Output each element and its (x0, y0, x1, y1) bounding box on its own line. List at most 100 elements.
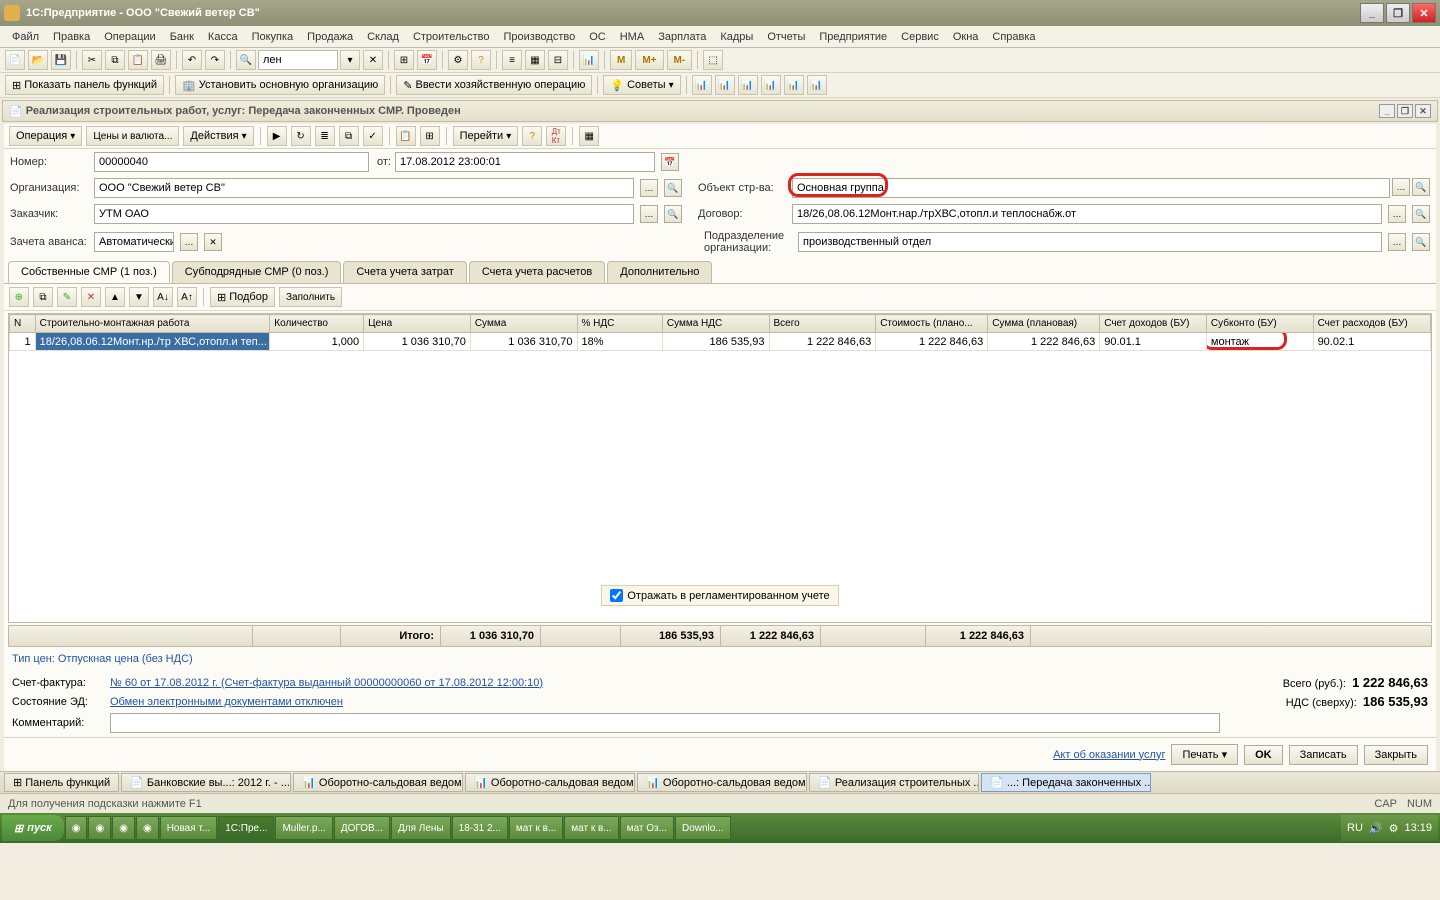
redo-icon[interactable]: ↷ (205, 50, 225, 70)
taskbar-item[interactable]: ◉ (112, 816, 135, 840)
col-work[interactable]: Строительно-монтажная работа (35, 315, 270, 333)
save-button[interactable]: Записать (1289, 745, 1358, 765)
actions-button[interactable]: Действия ▾ (183, 126, 253, 146)
menu-hr[interactable]: Кадры (714, 29, 759, 45)
rep5-icon[interactable]: 📊 (784, 75, 804, 95)
sort-desc-icon[interactable]: A↑ (177, 287, 197, 307)
col-vatsum[interactable]: Сумма НДС (662, 315, 769, 333)
contract-open-icon[interactable]: 🔍 (1412, 205, 1430, 223)
obj-field[interactable]: Основная группа (792, 178, 1390, 198)
help2-icon[interactable]: ? (522, 126, 542, 146)
misc2-icon[interactable]: ▦ (579, 126, 599, 146)
cust-select-icon[interactable]: … (640, 205, 658, 223)
number-field[interactable]: 00000040 (94, 152, 369, 172)
taskbar-item[interactable]: ◉ (136, 816, 159, 840)
wintab-doc2[interactable]: 📄...: Передача законченных ... (981, 773, 1151, 792)
close-doc-button[interactable]: Закрыть (1364, 745, 1428, 765)
col-vat[interactable]: % НДС (577, 315, 662, 333)
wintab-rep2[interactable]: 📊Оборотно-сальдовая ведом... (465, 773, 635, 792)
tab-additional[interactable]: Дополнительно (607, 261, 712, 283)
menu-service[interactable]: Сервис (895, 29, 945, 45)
copy-row-icon[interactable]: ⧉ (33, 287, 53, 307)
menu-file[interactable]: Файл (6, 29, 45, 45)
taskbar-item[interactable]: мат Оз... (620, 816, 674, 840)
struct-icon[interactable]: ⊞ (420, 126, 440, 146)
advance-field[interactable]: Автоматически (94, 232, 174, 252)
menu-nma[interactable]: НМА (614, 29, 650, 45)
new-icon[interactable]: 📄 (5, 50, 25, 70)
contract-field[interactable]: 18/26,08.06.12Монт.нар./трХВС,отопл.и те… (792, 204, 1382, 224)
goto-button[interactable]: Перейти ▾ (453, 126, 519, 146)
menu-sell[interactable]: Продажа (301, 29, 359, 45)
taskbar-item[interactable]: мат к в... (564, 816, 618, 840)
copy2-icon[interactable]: ⧉ (339, 126, 359, 146)
org-open-icon[interactable]: 🔍 (664, 179, 682, 197)
post-icon[interactable]: ▶ (267, 126, 287, 146)
tab-sub-smr[interactable]: Субподрядные СМР (0 поз.) (172, 261, 342, 283)
col-n[interactable]: N (10, 315, 36, 333)
search-icon[interactable]: 🔍 (236, 50, 256, 70)
dept-open-icon[interactable]: 🔍 (1412, 233, 1430, 251)
cell-costplan[interactable]: 1 222 846,63 (876, 333, 988, 351)
show-panel-button[interactable]: ⊞Показать панель функций (5, 75, 164, 95)
menu-buy[interactable]: Покупка (246, 29, 300, 45)
sort-asc-icon[interactable]: A↓ (153, 287, 173, 307)
cell-subconto[interactable]: монтаж (1206, 333, 1313, 351)
doc-minimize-button[interactable]: _ (1379, 104, 1395, 118)
menu-os[interactable]: ОС (583, 29, 612, 45)
doc-maximize-button[interactable]: ❐ (1397, 104, 1413, 118)
org-field[interactable]: ООО "Свежий ветер СВ" (94, 178, 634, 198)
help-icon[interactable]: ? (471, 50, 491, 70)
reflect-checkbox-input[interactable] (610, 589, 623, 602)
table-row[interactable]: 1 18/26,08.06.12Монт.нр./тр ХВС,отопл.и … (10, 333, 1431, 351)
cell-n[interactable]: 1 (10, 333, 36, 351)
cut-icon[interactable]: ✂ (82, 50, 102, 70)
lang-indicator[interactable]: RU (1347, 822, 1363, 834)
date-field[interactable]: 17.08.2012 23:00:01 (395, 152, 655, 172)
tool-icon[interactable]: ⚙ (448, 50, 468, 70)
taskbar-item[interactable]: Для Лены (391, 816, 451, 840)
add-row-icon[interactable]: ⊕ (9, 287, 29, 307)
cell-sumplan[interactable]: 1 222 846,63 (988, 333, 1100, 351)
act-link[interactable]: Акт об оказании услуг (1053, 749, 1165, 761)
contract-select-icon[interactable]: … (1388, 205, 1406, 223)
list-icon[interactable]: ≡ (502, 50, 522, 70)
save-icon[interactable]: 💾 (51, 50, 71, 70)
taskbar-item[interactable]: 18-31 2... (452, 816, 508, 840)
rep6-icon[interactable]: 📊 (807, 75, 827, 95)
select-button[interactable]: ⊞Подбор (210, 287, 275, 307)
wintab-doc1[interactable]: 📄Реализация строительных ... (809, 773, 979, 792)
cell-accincome[interactable]: 90.01.1 (1100, 333, 1207, 351)
col-sumplan[interactable]: Сумма (плановая) (988, 315, 1100, 333)
obj-select-icon[interactable]: … (1392, 178, 1410, 196)
open-icon[interactable]: 📂 (28, 50, 48, 70)
m-minus-button[interactable]: M- (667, 50, 693, 70)
ed-link[interactable]: Обмен электронными документами отключен (110, 696, 1220, 708)
org-select-icon[interactable]: … (640, 179, 658, 197)
taskbar-item[interactable]: Новая т... (160, 816, 218, 840)
rep2-icon[interactable]: 📊 (715, 75, 735, 95)
dept-select-icon[interactable]: … (1388, 233, 1406, 251)
calc-icon[interactable]: ⊞ (394, 50, 414, 70)
wintab-bank[interactable]: 📄Банковские вы...: 2012 г. - ... (121, 773, 291, 792)
down-row-icon[interactable]: ▼ (129, 287, 149, 307)
search-input[interactable] (258, 50, 338, 70)
print-icon[interactable]: 🖨 (151, 50, 171, 70)
col-accincome[interactable]: Счет доходов (БУ) (1100, 315, 1207, 333)
col-total[interactable]: Всего (769, 315, 876, 333)
tab-own-smr[interactable]: Собственные СМР (1 поз.) (8, 261, 170, 283)
edit-row-icon[interactable]: ✎ (57, 287, 77, 307)
grid-icon[interactable]: ▦ (525, 50, 545, 70)
cell-work[interactable]: 18/26,08.06.12Монт.нр./тр ХВС,отопл.и те… (35, 333, 270, 351)
cell-price[interactable]: 1 036 310,70 (364, 333, 471, 351)
paste-icon[interactable]: 📋 (128, 50, 148, 70)
prices-button[interactable]: Цены и валюта... (86, 126, 179, 146)
col-costplan[interactable]: Стоимость (плано... (876, 315, 988, 333)
tab-cost-accounts[interactable]: Счета учета затрат (343, 261, 466, 283)
rep3-icon[interactable]: 📊 (738, 75, 758, 95)
cell-accexpense[interactable]: 90.02.1 (1313, 333, 1430, 351)
menu-salary[interactable]: Зарплата (652, 29, 712, 45)
fill-button[interactable]: Заполнить (279, 287, 342, 307)
minimize-button[interactable]: _ (1360, 3, 1384, 23)
menu-stock[interactable]: Склад (361, 29, 405, 45)
